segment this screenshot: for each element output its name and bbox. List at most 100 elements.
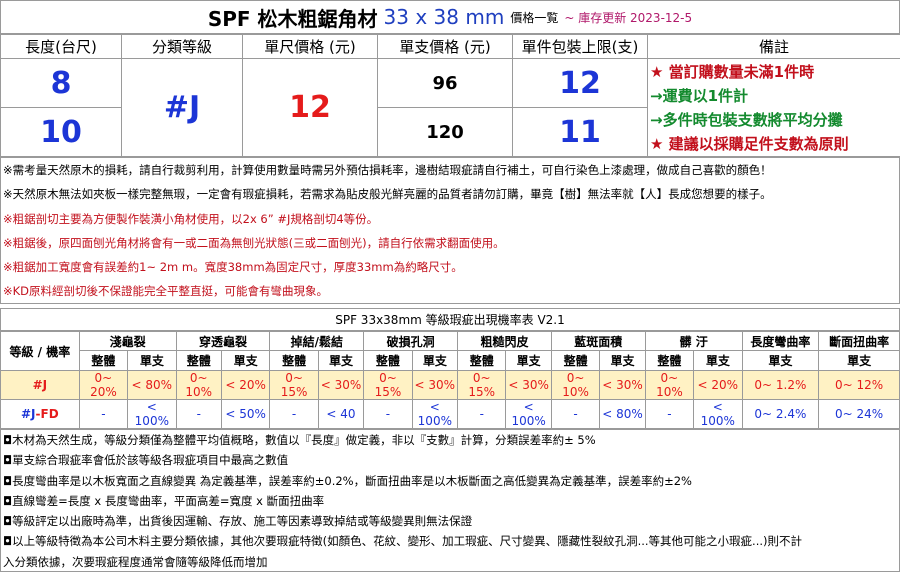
subheader-single: 單支 [818,350,900,371]
rate-cell: 0~ 10% [175,370,222,400]
rate-cell: - [269,399,319,429]
subheader-whole: 整體 [78,350,129,371]
subheader-single: 單支 [127,350,177,371]
unit-price-value: 12 [242,58,378,157]
subheader-single: 單支 [599,350,646,371]
rate-cell: < 100% [505,399,552,429]
rate-cell: 0~ 1.2% [741,370,820,400]
subheader-single: 單支 [220,350,271,371]
header-grade: 分類等級 [121,34,243,59]
price-table-header: 長度(台尺) 分類等級 單尺價格 (元) 單支價格 (元) 單件包裝上限(支) … [0,34,900,59]
pack-limit-value: 11 [512,107,648,157]
rate-cell: - [175,399,222,429]
remark-line: ★ 建議以採購足件支數為原則 [650,134,849,153]
title-size: 33 x 38 mm [383,5,505,29]
rate-cell: 0~ 2.4% [741,399,820,429]
subheader-whole: 整體 [363,350,413,371]
piece-price-value: 96 [377,58,513,108]
rate-cell: 0~ 12% [818,370,900,400]
subheader-single: 單支 [411,350,459,371]
footer-line: ◘單支綜合瑕疵率會低於該等級各瑕疵項目中最高之數值 [3,453,289,468]
rate-cell: < 50% [220,399,271,429]
category-header: 長度彎曲率 [741,331,820,351]
category-header: 穿透龜裂 [175,331,271,351]
rate-cell: < 40 [317,399,365,429]
note-line: ※需考量天然原木的損耗，請自行裁剪利用，計算使用數量時需另外預估損耗率，邊樹結瑕… [3,163,772,177]
piece-price-value: 120 [377,107,513,157]
length-value: 8 [0,58,122,108]
remark-line: ★ 當訂購數量未滿1件時 [650,62,815,81]
footer-line: ◘等級評定以出廠時為準，出貨後因運輸、存放、施工等因素導致掉結或等級變異則無法保… [3,514,473,529]
header-remarks: 備註 [647,34,900,59]
note-line: ※粗鋸後，原四面刨光角材將會有一或二面為無刨光狀態(三或二面刨光)，請自行依需求… [3,235,505,250]
header-piece-price: 單支價格 (元) [377,34,513,59]
rate-cell: < 80% [127,370,177,400]
grade-value: #J [121,58,243,157]
category-header: 掉結/鬆結 [269,331,365,351]
grade-label: #J [0,370,80,400]
footer-line: ◘木材為天然生成，等級分類僅為整體平均值概略，數值以『長度』做定義，非以『支數』… [3,433,596,447]
page-title: SPF 松木粗鋸角材 33 x 38 mm 價格一覧 ~ 庫存更新 2023-1… [0,0,900,34]
rate-cell: < 100% [693,399,743,429]
price-row: 8 #J 12 96 12 ★ 當訂購數量未滿1件時 →運費以1件計 →多件時包… [0,58,900,157]
subheader-single: 單支 [505,350,552,371]
footer-notes: ◘木材為天然生成，等級分類僅為整體平均值概略，數值以『長度』做定義，非以『支數』… [0,429,900,572]
grade-label-main: #J [21,407,36,421]
rate-cell: 0~ 15% [457,370,507,400]
footer-line: ◘長度彎曲率是以木板寬面之直線變異 為定義基準，誤差率約±0.2%，斷面扭曲率是… [3,473,692,488]
rate-cell: 0~ 10% [550,370,601,400]
category-header: 斷面扭曲率 [818,331,900,351]
defect-category-row: 等級 / 機率 淺龜裂 穿透龜裂 掉結/鬆結 破損孔洞 粗糙閃皮 藍斑面積 髒 … [0,331,900,371]
remark-line: →多件時包裝支數將平均分攤 [650,110,843,129]
rate-cell: < 80% [599,399,646,429]
subheader-single: 單支 [741,350,820,371]
category-header: 髒 汙 [644,331,743,351]
footer-line: ◘直線彎差=長度 x 長度彎曲率，平面高差=寬度 x 斷面扭曲率 [3,493,325,508]
defect-table: 等級 / 機率 淺龜裂 穿透龜裂 掉結/鬆結 破損孔洞 粗糙閃皮 藍斑面積 髒 … [0,331,900,429]
note-line: ※KD原料經剖切後不保證能完全平整直挺，可能會有彎曲現象。 [3,284,329,299]
rate-cell: - [363,399,413,429]
rate-cell: < 100% [411,399,459,429]
remarks-cell: ★ 當訂購數量未滿1件時 →運費以1件計 →多件時包裝支數將平均分攤 ★ 建議以… [647,58,900,157]
rate-cell: < 100% [127,399,177,429]
title-suffix: 價格一覧 [510,10,559,25]
category-header: 破損孔洞 [363,331,459,351]
rate-cell: < 30% [505,370,552,400]
rate-cell: - [457,399,507,429]
subheader-whole: 整體 [457,350,507,371]
price-table: 長度(台尺) 分類等級 單尺價格 (元) 單支價格 (元) 單件包裝上限(支) … [0,34,900,157]
note-line: ※粗鋸加工寬度會有誤差約1~ 2m m。寬度38mm為固定尺寸，厚度33mm為約… [3,260,463,275]
subheader-single: 單支 [317,350,365,371]
rate-cell: < 30% [411,370,459,400]
category-header: 藍斑面積 [550,331,646,351]
category-header: 粗糙閃皮 [457,331,552,351]
rate-cell: < 30% [599,370,646,400]
remark-line: →運費以1件計 [650,86,749,105]
header-length: 長度(台尺) [0,34,122,59]
footer-line: 入分類依據，次要瑕疵程度通常會隨等級降低而增加 [3,554,268,569]
rate-cell: 0~ 15% [269,370,319,400]
title-updated: ~ 庫存更新 2023-12-5 [564,10,693,25]
pack-limit-value: 12 [512,58,648,108]
rate-cell: 0~ 15% [363,370,413,400]
grade-label: #J-FD [0,399,80,429]
defect-table-title: SPF 33x38mm 等級瑕疵出現機率表 V2.1 [0,308,900,331]
grade-row-j: #J 0~ 20% < 80% 0~ 10% < 20% 0~ 15% < 30… [0,370,900,400]
category-header: 淺龜裂 [78,331,177,351]
note-line: ※粗鋸剖切主要為方便製作裝潢小角材使用，以2x 6” #J規格剖切4等份。 [3,211,379,226]
rate-cell: - [644,399,695,429]
subheader-whole: 整體 [269,350,319,371]
grade-row-j-fd: #J-FD - < 100% - < 50% - < 40 - < 100% -… [0,399,900,429]
rate-cell: < 20% [693,370,743,400]
rate-cell: 0~ 10% [644,370,695,400]
rate-cell: 0~ 20% [78,370,129,400]
header-unit-price: 單尺價格 (元) [242,34,378,59]
notes-section: ※需考量天然原木的損耗，請自行裁剪利用，計算使用數量時需另外預估損耗率，邊樹結瑕… [0,157,900,304]
subheader-whole: 整體 [644,350,695,371]
length-value: 10 [0,107,122,157]
subheader-whole: 整體 [175,350,222,371]
rate-cell: 0~ 24% [818,399,900,429]
rate-cell: < 30% [317,370,365,400]
grade-corner-header: 等級 / 機率 [0,331,80,371]
rate-cell: < 20% [220,370,271,400]
